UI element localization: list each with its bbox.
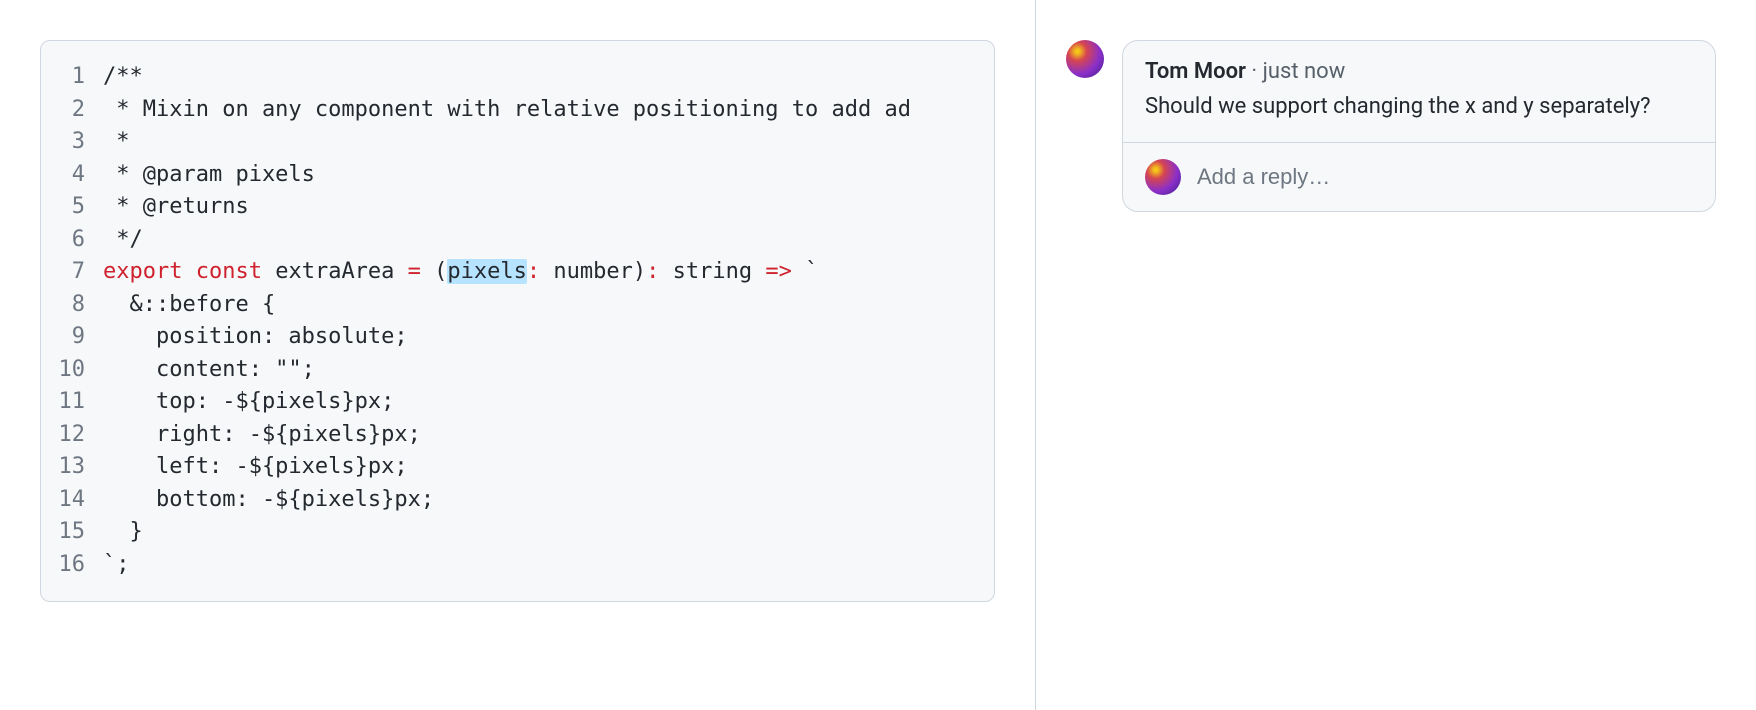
line-content: }: [103, 516, 994, 549]
line-content: bottom: -${pixels}px;: [103, 484, 994, 517]
line-content: &::before {: [103, 289, 994, 322]
code-line[interactable]: 4 * @param pixels: [41, 159, 994, 192]
line-content: top: -${pixels}px;: [103, 386, 994, 419]
line-content: left: -${pixels}px;: [103, 451, 994, 484]
line-number: 15: [41, 516, 103, 549]
line-number: 5: [41, 191, 103, 224]
line-content: /**: [103, 61, 994, 94]
line-content: content: "";: [103, 354, 994, 387]
line-number: 13: [41, 451, 103, 484]
comment-time: just now: [1263, 59, 1346, 84]
line-number: 16: [41, 549, 103, 582]
line-number: 1: [41, 61, 103, 94]
comment-header: Tom Moor · just now: [1145, 59, 1693, 84]
code-block[interactable]: 1/**2 * Mixin on any component with rela…: [40, 40, 995, 602]
line-number: 4: [41, 159, 103, 192]
line-number: 12: [41, 419, 103, 452]
code-line[interactable]: 16`;: [41, 549, 994, 582]
line-number: 10: [41, 354, 103, 387]
code-line[interactable]: 8 &::before {: [41, 289, 994, 322]
avatar: [1145, 159, 1181, 195]
avatar: [1066, 40, 1104, 78]
line-number: 7: [41, 256, 103, 289]
comment-author: Tom Moor: [1145, 59, 1246, 84]
reply-box: [1123, 142, 1715, 211]
line-content: right: -${pixels}px;: [103, 419, 994, 452]
comment-body: Tom Moor · just now Should we support ch…: [1123, 41, 1715, 142]
code-line[interactable]: 15 }: [41, 516, 994, 549]
code-line[interactable]: 13 left: -${pixels}px;: [41, 451, 994, 484]
line-content: position: absolute;: [103, 321, 994, 354]
reply-input[interactable]: [1197, 164, 1693, 190]
code-line[interactable]: 10 content: "";: [41, 354, 994, 387]
line-content: export const extraArea = (pixels: number…: [103, 256, 994, 289]
code-line[interactable]: 9 position: absolute;: [41, 321, 994, 354]
line-content: * Mixin on any component with relative p…: [103, 94, 994, 127]
line-number: 8: [41, 289, 103, 322]
line-number: 9: [41, 321, 103, 354]
comment-card: Tom Moor · just now Should we support ch…: [1122, 40, 1716, 212]
code-line[interactable]: 12 right: -${pixels}px;: [41, 419, 994, 452]
line-number: 14: [41, 484, 103, 517]
comments-pane: Tom Moor · just now Should we support ch…: [1036, 0, 1756, 710]
code-line[interactable]: 11 top: -${pixels}px;: [41, 386, 994, 419]
line-number: 2: [41, 94, 103, 127]
comment-text: Should we support changing the x and y s…: [1145, 90, 1693, 124]
comment-thread: Tom Moor · just now Should we support ch…: [1066, 40, 1716, 212]
code-line[interactable]: 7export const extraArea = (pixels: numbe…: [41, 256, 994, 289]
line-number: 3: [41, 126, 103, 159]
code-line[interactable]: 2 * Mixin on any component with relative…: [41, 94, 994, 127]
code-line[interactable]: 5 * @returns: [41, 191, 994, 224]
comment-separator: ·: [1246, 59, 1263, 84]
line-number: 6: [41, 224, 103, 257]
line-content: `;: [103, 549, 994, 582]
code-line[interactable]: 14 bottom: -${pixels}px;: [41, 484, 994, 517]
line-content: * @returns: [103, 191, 994, 224]
line-content: *: [103, 126, 994, 159]
line-content: * @param pixels: [103, 159, 994, 192]
line-number: 11: [41, 386, 103, 419]
code-line[interactable]: 6 */: [41, 224, 994, 257]
code-line[interactable]: 1/**: [41, 61, 994, 94]
code-line[interactable]: 3 *: [41, 126, 994, 159]
line-content: */: [103, 224, 994, 257]
code-pane: 1/**2 * Mixin on any component with rela…: [0, 0, 1036, 710]
